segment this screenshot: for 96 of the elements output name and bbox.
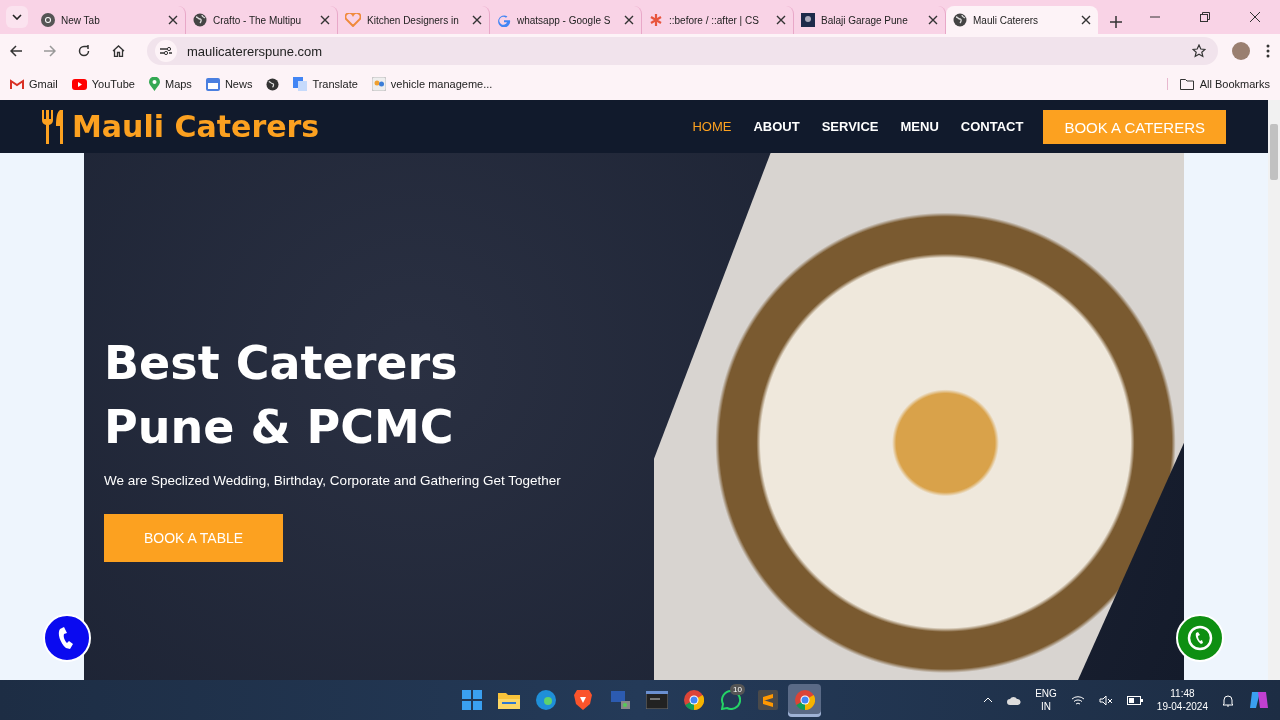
globe-icon: [953, 13, 967, 27]
bookmark-link[interactable]: vehicle manageme...: [371, 77, 493, 91]
bookmark-label: Maps: [164, 78, 192, 90]
bookmark-link[interactable]: Gmail: [10, 78, 58, 90]
tab-title: Crafto - The Multipu: [213, 14, 303, 26]
close-icon[interactable]: [1250, 12, 1260, 22]
call-button[interactable]: [43, 614, 91, 662]
home-icon[interactable]: [112, 45, 125, 57]
browser-tab[interactable]: Mauli Caterers: [946, 6, 1098, 34]
asterisk-icon: [649, 13, 663, 27]
chat-phone-icon: [1185, 623, 1215, 653]
language-code: IN: [1041, 700, 1051, 713]
heart-icon: [345, 13, 361, 27]
tab-title: Balaji Garage Pune: [821, 14, 909, 26]
nav-link[interactable]: CONTACT: [960, 119, 1024, 134]
copilot-icon[interactable]: [1248, 690, 1270, 710]
tab-search-button[interactable]: [6, 6, 28, 28]
computer-network-icon: [608, 690, 631, 710]
bookmark-link[interactable]: Translate: [293, 77, 358, 91]
tab-title: Kitchen Designers in: [367, 14, 460, 26]
bookmark-link[interactable]: YouTube: [71, 78, 135, 90]
back-arrow-icon[interactable]: [10, 45, 22, 57]
close-icon[interactable]: [624, 15, 634, 25]
chrome-logo-icon: [794, 690, 815, 710]
folder-icon: [497, 691, 520, 709]
chrome-logo-icon: [683, 690, 704, 710]
star-icon[interactable]: [1192, 44, 1206, 58]
bookmark-link[interactable]: Maps: [148, 77, 192, 91]
google-logo-icon: [497, 13, 511, 27]
translate-icon: [293, 77, 308, 91]
tab-title: whatsapp - Google S: [517, 14, 612, 26]
nav-link[interactable]: SERVICE: [821, 119, 879, 134]
globe-icon: [193, 13, 207, 27]
tab-title: ::before / ::after | CS: [669, 14, 760, 26]
bookmark-label: Gmail: [29, 78, 58, 90]
wifi-icon[interactable]: [1070, 694, 1085, 706]
terminal-window-icon: [645, 691, 668, 709]
bookmark-label: vehicle manageme...: [390, 78, 493, 90]
chevron-down-icon: [12, 14, 22, 20]
hero-subtitle: We are Speclized Wedding, Birthday, Corporate and Gathering Get Together: [104, 473, 562, 488]
map-pin-icon: [148, 77, 160, 91]
photo-thumbnail-icon: [801, 13, 815, 27]
close-icon[interactable]: [168, 15, 178, 25]
news-icon: [205, 77, 220, 91]
forward-arrow-icon[interactable]: [44, 45, 56, 57]
chrome-logo-icon: [41, 13, 55, 27]
globe-icon[interactable]: [266, 77, 280, 91]
date-text: 19-04-2024: [1156, 700, 1208, 713]
site-settings-icon[interactable]: [160, 46, 172, 56]
hero-title: Best Caterers Pune & PCMC: [104, 335, 459, 456]
bell-icon[interactable]: [1222, 693, 1234, 707]
bookmark-label: YouTube: [91, 78, 135, 90]
profile-avatar[interactable]: [1232, 42, 1250, 60]
scrollbar[interactable]: [1268, 100, 1280, 680]
all-bookmarks-label[interactable]: All Bookmarks: [1199, 78, 1270, 90]
edge-logo-icon: [535, 690, 556, 710]
taskbar-app[interactable]: [788, 683, 821, 717]
battery-icon[interactable]: [1126, 695, 1143, 705]
address-bar[interactable]: maulicatererspune.com: [147, 37, 1218, 65]
reload-icon[interactable]: [78, 45, 90, 57]
bookmark-label: News: [224, 78, 253, 90]
tab-title: New Tab: [61, 14, 101, 26]
language-code: ENG: [1035, 687, 1057, 700]
close-icon[interactable]: [320, 15, 330, 25]
folder-icon[interactable]: [1179, 78, 1194, 90]
nav-link[interactable]: MENU: [900, 119, 939, 134]
tab-title: Mauli Caterers: [973, 14, 1040, 26]
close-icon[interactable]: [928, 15, 938, 25]
taskbar-app[interactable]: 10: [714, 683, 747, 717]
close-icon[interactable]: [472, 15, 482, 25]
clock[interactable]: 11:48 19-04-2024: [1156, 687, 1208, 713]
windows-start-icon: [461, 690, 482, 710]
close-icon[interactable]: [1081, 15, 1091, 25]
new-tab-icon[interactable]: [1110, 16, 1122, 28]
bookmark-link[interactable]: News: [205, 77, 253, 91]
bookmark-label: Translate: [312, 78, 358, 90]
nav-link[interactable]: HOME: [692, 119, 732, 134]
chevron-up-icon[interactable]: [983, 697, 994, 703]
youtube-logo-icon: [71, 78, 87, 90]
cloud-icon[interactable]: [1007, 695, 1022, 705]
more-menu-icon[interactable]: [1266, 44, 1270, 58]
chat-bubble-icon: [720, 690, 741, 710]
time-text: 11:48: [1170, 687, 1195, 700]
gmail-logo-icon: [10, 78, 24, 90]
whatsapp-button[interactable]: [1176, 614, 1224, 662]
url-text: maulicatererspune.com: [187, 43, 323, 59]
speaker-muted-icon[interactable]: [1098, 694, 1113, 706]
code-editor-icon: [757, 690, 778, 710]
nav-link[interactable]: ABOUT: [753, 119, 800, 134]
lion-shield-icon: [573, 690, 592, 710]
close-icon[interactable]: [776, 15, 786, 25]
notification-count: 10: [730, 683, 745, 695]
brand-name[interactable]: Mauli Caterers: [72, 109, 320, 144]
people-icon: [371, 77, 386, 91]
restore-icon[interactable]: [1200, 12, 1210, 22]
language-indicator[interactable]: ENG IN: [1035, 687, 1057, 713]
